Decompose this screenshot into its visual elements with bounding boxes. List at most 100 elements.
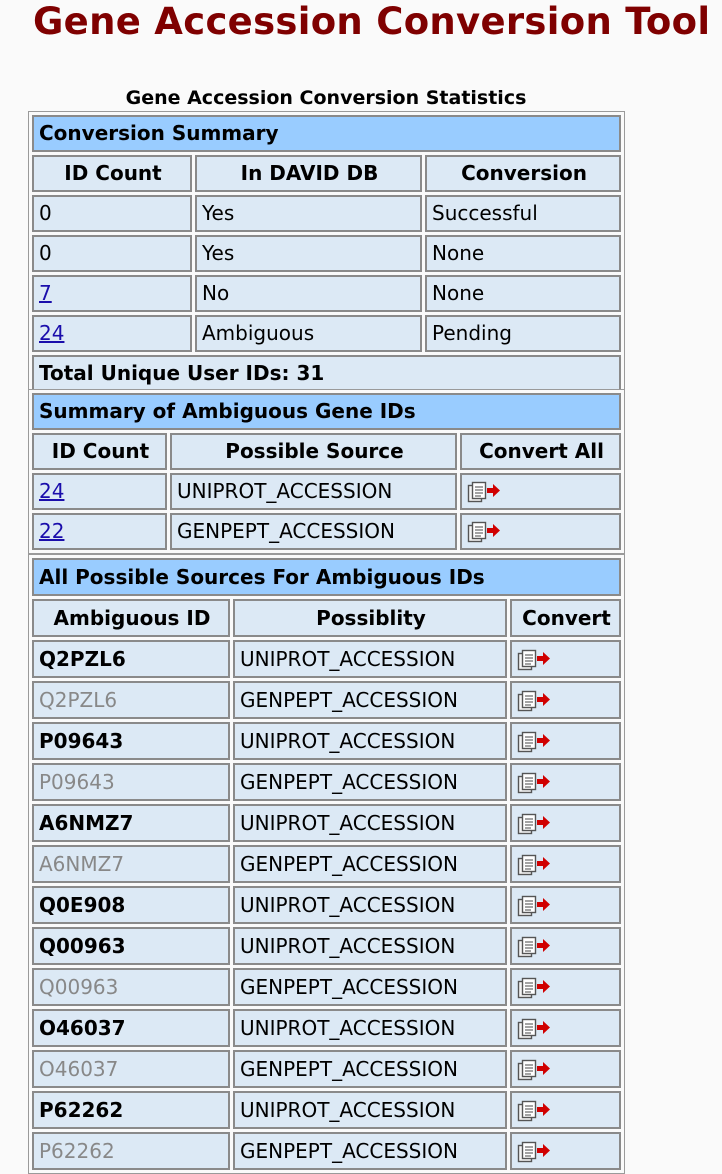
id-count-cell: 24 [32, 473, 167, 510]
source-row: P09643 UNIPROT_ACCESSION [32, 722, 622, 760]
page-title: Gene Accession Conversion Tool [33, 0, 711, 43]
copy-convert-icon[interactable] [517, 895, 551, 919]
copy-convert-icon[interactable] [517, 649, 551, 673]
convert-cell [510, 763, 622, 801]
convert-cell [510, 886, 622, 924]
in-db-cell: No [195, 275, 422, 312]
ambiguous-id-cell: P62262 [32, 1091, 230, 1129]
copy-convert-icon[interactable] [517, 1018, 551, 1042]
summary-row: 0 Yes Successful [32, 195, 622, 232]
id-count-link[interactable]: 22 [39, 519, 64, 543]
ambiguous-id-cell: A6NMZ7 [32, 804, 230, 842]
ambiguous-id-cell: Q2PZL6 [32, 681, 230, 719]
ambiguous-summary-table: Summary of Ambiguous Gene IDs ID Count P… [28, 389, 626, 554]
col-id-count: ID Count [32, 155, 192, 192]
copy-convert-icon[interactable] [517, 690, 551, 714]
possibility-cell: GENPEPT_ACCESSION [233, 1132, 507, 1170]
ambiguous-id-cell: O46037 [32, 1050, 230, 1088]
ambiguous-source-row: 24 UNIPROT_ACCESSION [32, 473, 622, 510]
stats-title: Gene Accession Conversion Statistics [125, 87, 527, 109]
possibility-cell: UNIPROT_ACCESSION [233, 640, 507, 678]
convert-all-cell [460, 473, 622, 510]
id-count-cell: 0 [32, 195, 192, 232]
in-db-cell: Ambiguous [195, 315, 422, 352]
ambiguous-id-cell: Q00963 [32, 968, 230, 1006]
ambiguous-source-row: 22 GENPEPT_ACCESSION [32, 513, 622, 550]
convert-cell [510, 927, 622, 965]
convert-cell [510, 968, 622, 1006]
ambiguous-id-cell: P62262 [32, 1132, 230, 1170]
ambiguous-summary-title: Summary of Ambiguous Gene IDs [32, 393, 622, 430]
copy-convert-icon[interactable] [517, 731, 551, 755]
source-row: Q2PZL6 UNIPROT_ACCESSION [32, 640, 622, 678]
ambiguous-id-cell: Q00963 [32, 927, 230, 965]
copy-convert-icon[interactable] [467, 521, 501, 545]
in-db-cell: Yes [195, 195, 422, 232]
possibility-cell: UNIPROT_ACCESSION [233, 886, 507, 924]
ambiguous-id-cell: A6NMZ7 [32, 845, 230, 883]
convert-cell [510, 681, 622, 719]
conversion-summary-title: Conversion Summary [32, 115, 622, 152]
convert-cell [510, 640, 622, 678]
convert-all-cell [460, 513, 622, 550]
conversion-cell: None [425, 275, 622, 312]
conversion-cell: Pending [425, 315, 622, 352]
source-row: Q00963 GENPEPT_ACCESSION [32, 968, 622, 1006]
copy-convert-icon[interactable] [467, 481, 501, 505]
possibility-cell: UNIPROT_ACCESSION [233, 722, 507, 760]
total-unique-ids: Total Unique User IDs: 31 [32, 355, 622, 392]
summary-row: 7 No None [32, 275, 622, 312]
convert-cell [510, 845, 622, 883]
id-count-cell: 7 [32, 275, 192, 312]
col-conversion: Conversion [425, 155, 622, 192]
ambiguous-id-cell: P09643 [32, 722, 230, 760]
source-cell: UNIPROT_ACCESSION [170, 473, 457, 510]
copy-convert-icon[interactable] [517, 854, 551, 878]
ambiguous-id-cell: Q0E908 [32, 886, 230, 924]
copy-convert-icon[interactable] [517, 1141, 551, 1165]
possibility-cell: UNIPROT_ACCESSION [233, 927, 507, 965]
conversion-summary-table: Conversion Summary ID Count In DAVID DB … [28, 111, 626, 396]
summary-row: 0 Yes None [32, 235, 622, 272]
possibility-cell: UNIPROT_ACCESSION [233, 1009, 507, 1047]
in-db-cell: Yes [195, 235, 422, 272]
copy-convert-icon[interactable] [517, 813, 551, 837]
source-row: P09643 GENPEPT_ACCESSION [32, 763, 622, 801]
possibility-cell: GENPEPT_ACCESSION [233, 763, 507, 801]
col-convert-all: Convert All [460, 433, 622, 470]
possibility-cell: GENPEPT_ACCESSION [233, 1050, 507, 1088]
id-count-link[interactable]: 7 [39, 281, 52, 305]
convert-cell [510, 1009, 622, 1047]
possibility-cell: GENPEPT_ACCESSION [233, 845, 507, 883]
summary-row: 24 Ambiguous Pending [32, 315, 622, 352]
id-count-cell: 22 [32, 513, 167, 550]
convert-cell [510, 1050, 622, 1088]
possibility-cell: GENPEPT_ACCESSION [233, 681, 507, 719]
copy-convert-icon[interactable] [517, 977, 551, 1001]
col-convert: Convert [510, 599, 622, 637]
source-row: O46037 UNIPROT_ACCESSION [32, 1009, 622, 1047]
id-count-link[interactable]: 24 [39, 321, 64, 345]
col-possible-source: Possible Source [170, 433, 457, 470]
all-sources-table: All Possible Sources For Ambiguous IDs A… [28, 554, 626, 1174]
id-count-link[interactable]: 24 [39, 479, 64, 503]
copy-convert-icon[interactable] [517, 772, 551, 796]
convert-cell [510, 1091, 622, 1129]
source-row: A6NMZ7 GENPEPT_ACCESSION [32, 845, 622, 883]
copy-convert-icon[interactable] [517, 936, 551, 960]
convert-cell [510, 804, 622, 842]
col-in-david-db: In DAVID DB [195, 155, 422, 192]
col-ambiguous-id: Ambiguous ID [32, 599, 230, 637]
conversion-cell: Successful [425, 195, 622, 232]
source-row: P62262 UNIPROT_ACCESSION [32, 1091, 622, 1129]
convert-cell [510, 722, 622, 760]
source-row: Q00963 UNIPROT_ACCESSION [32, 927, 622, 965]
copy-convert-icon[interactable] [517, 1059, 551, 1083]
source-row: A6NMZ7 UNIPROT_ACCESSION [32, 804, 622, 842]
copy-convert-icon[interactable] [517, 1100, 551, 1124]
possibility-cell: UNIPROT_ACCESSION [233, 1091, 507, 1129]
col-possibility: Possiblity [233, 599, 507, 637]
ambiguous-id-cell: P09643 [32, 763, 230, 801]
source-row: O46037 GENPEPT_ACCESSION [32, 1050, 622, 1088]
conversion-cell: None [425, 235, 622, 272]
